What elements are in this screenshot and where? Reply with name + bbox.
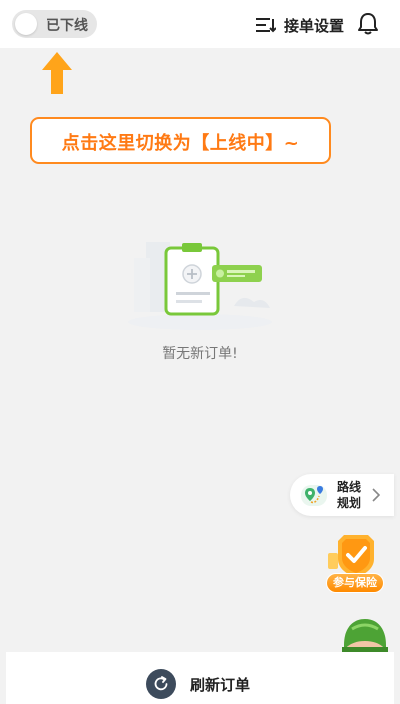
list-settings-icon xyxy=(256,18,276,33)
guide-text: 点击这里切换为【上线中】~ xyxy=(61,133,300,154)
route-planning-label: 路线 规划 xyxy=(337,480,362,510)
refresh-label: 刷新订单 xyxy=(190,675,251,694)
refresh-icon xyxy=(146,669,176,699)
settings-label: 接单设置 xyxy=(284,16,345,35)
status-label: 已下线 xyxy=(46,18,88,34)
bell-icon[interactable] xyxy=(357,12,379,36)
empty-orders-illustration xyxy=(128,242,272,330)
insurance-label: 参与保险 xyxy=(326,573,384,593)
empty-orders-message: 暂无新订单! xyxy=(162,346,238,362)
route-planning-button[interactable]: 路线 规划 xyxy=(290,474,394,516)
online-status-toggle[interactable]: 已下线 xyxy=(12,10,97,38)
chevron-right-icon xyxy=(372,488,380,502)
arrow-up-icon xyxy=(42,52,72,94)
shield-check-icon xyxy=(328,535,374,577)
refresh-orders-button[interactable]: 刷新订单 xyxy=(146,668,250,700)
toggle-knob xyxy=(15,13,37,35)
bottom-bar: 刷新订单 xyxy=(6,652,394,704)
map-pin-icon xyxy=(301,485,327,506)
guide-banner: 点击这里切换为【上线中】~ xyxy=(30,117,331,164)
order-settings-button[interactable]: 接单设置 xyxy=(254,12,344,38)
insurance-button[interactable]: 参与保险 xyxy=(324,531,388,595)
top-bar: 已下线 接单设置 xyxy=(0,0,400,48)
